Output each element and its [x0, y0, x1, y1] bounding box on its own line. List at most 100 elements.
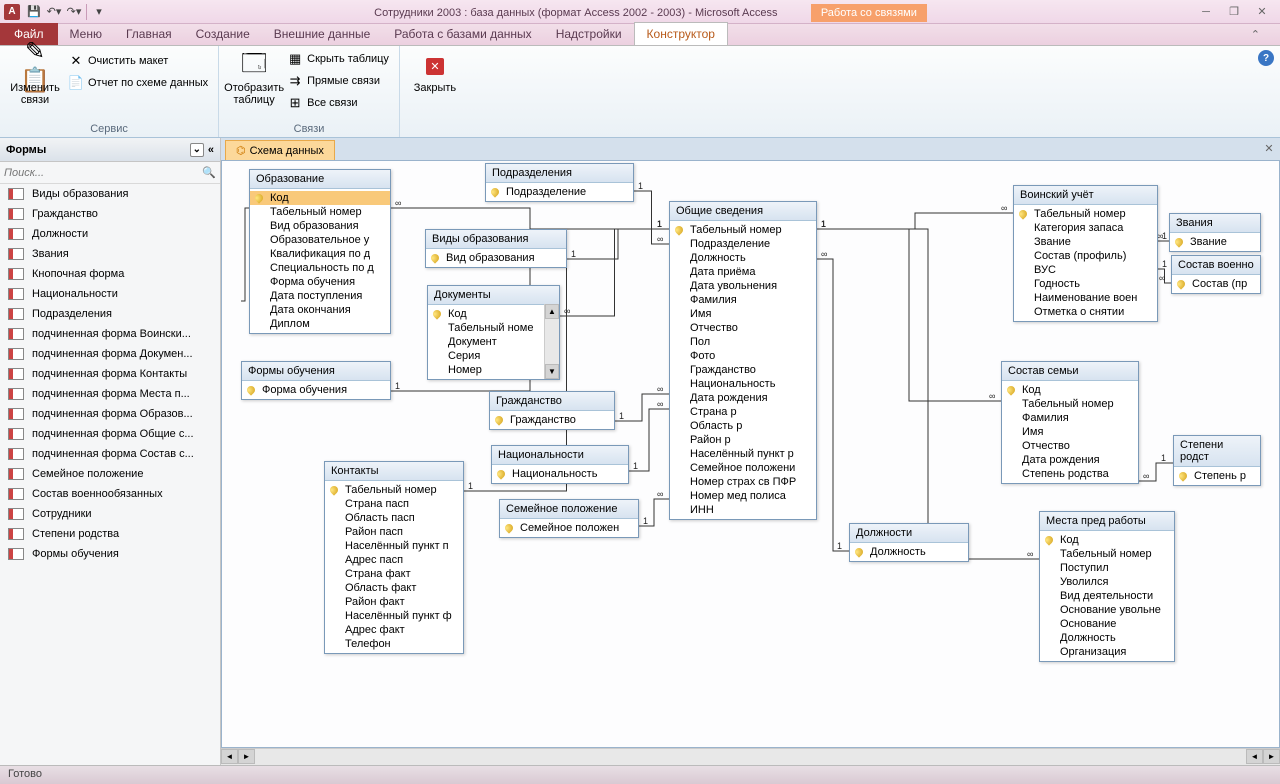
table-field[interactable]: Уволился	[1040, 575, 1174, 589]
direct-relationships-button[interactable]: ⇉Прямые связи	[283, 70, 393, 92]
scroll-left-icon[interactable]: ◄	[221, 749, 238, 764]
table-field[interactable]: Район факт	[325, 595, 463, 609]
table-field[interactable]: Населённый пункт п	[325, 539, 463, 553]
table-field[interactable]: Степень родства	[1002, 467, 1138, 481]
nav-header[interactable]: Формы ⌄ «	[0, 138, 220, 162]
table-contacts[interactable]: КонтактыТабельный номерСтрана паспОбласт…	[324, 461, 464, 654]
table-field[interactable]: Дата поступления	[250, 289, 390, 303]
search-icon[interactable]: 🔍	[202, 166, 216, 179]
table-field[interactable]: Страна факт	[325, 567, 463, 581]
doc-tab-schema[interactable]: ⌬ Схема данных	[225, 140, 335, 160]
table-field[interactable]: Область р	[670, 419, 816, 433]
relationships-canvas[interactable]: ∞11∞1∞111∞1∞111∞∞11∞1∞1∞1∞∞11∞ Образован…	[221, 160, 1280, 748]
table-field[interactable]: Состав (профиль)	[1014, 249, 1157, 263]
table-field[interactable]: Номер	[428, 363, 559, 377]
table-field[interactable]: Вид деятельности	[1040, 589, 1174, 603]
nav-item[interactable]: Формы обучения	[0, 544, 220, 564]
table-field[interactable]: Квалификация по д	[250, 247, 390, 261]
doc-close-icon[interactable]: ✕	[1262, 141, 1276, 155]
table-field[interactable]: Код	[250, 191, 390, 205]
redo-icon[interactable]: ↷▾	[64, 2, 84, 22]
table-field[interactable]: Фамилия	[1002, 411, 1138, 425]
table-field[interactable]: Вид образования	[250, 219, 390, 233]
show-table-button[interactable]: 🗔 Отобразить таблицу	[225, 48, 283, 121]
table-field[interactable]: Фото	[670, 349, 816, 363]
table-field[interactable]: Гражданство	[670, 363, 816, 377]
table-field[interactable]: Район р	[670, 433, 816, 447]
table-field[interactable]: Должность	[670, 251, 816, 265]
table-field[interactable]: Табельный номер	[1040, 547, 1174, 561]
table-field[interactable]: Подразделение	[486, 185, 633, 199]
nav-item[interactable]: подчиненная форма Контакты	[0, 364, 220, 384]
table-field[interactable]: Табельный номер	[325, 483, 463, 497]
table-field[interactable]: Дата приёма	[670, 265, 816, 279]
save-icon[interactable]: 💾	[24, 2, 44, 22]
table-field[interactable]: Форма обучения	[250, 275, 390, 289]
table-field[interactable]: Имя	[1002, 425, 1138, 439]
table-field[interactable]: Страна пасп	[325, 497, 463, 511]
table-field[interactable]: Документ	[428, 335, 559, 349]
table-field[interactable]: Годность	[1014, 277, 1157, 291]
table-field[interactable]: Область пасп	[325, 511, 463, 525]
table-field[interactable]: Степень р	[1174, 469, 1260, 483]
scroll-right2-icon[interactable]: ►	[1263, 749, 1280, 764]
table-field[interactable]: Вид образования	[426, 251, 566, 265]
hide-table-button[interactable]: ▦Скрыть таблицу	[283, 48, 393, 70]
table-field[interactable]: Национальность	[492, 467, 628, 481]
nav-item[interactable]: Степени родства	[0, 524, 220, 544]
tab-design[interactable]: Конструктор	[634, 22, 728, 45]
table-field[interactable]: Табельный номер	[1002, 397, 1138, 411]
table-field[interactable]: Серия	[428, 349, 559, 363]
table-field[interactable]: Отчество	[1002, 439, 1138, 453]
table-field[interactable]: Табельный номер	[250, 205, 390, 219]
table-field[interactable]: Адрес факт	[325, 623, 463, 637]
table-citizenship[interactable]: ГражданствоГражданство	[489, 391, 615, 430]
nav-item[interactable]: Звания	[0, 244, 220, 264]
table-prev_jobs[interactable]: Места пред работыКодТабельный номерПосту…	[1039, 511, 1175, 662]
table-field[interactable]: Специальность по д	[250, 261, 390, 275]
minimize-button[interactable]: ─	[1192, 3, 1220, 21]
tab-external[interactable]: Внешние данные	[262, 23, 383, 45]
table-field[interactable]: Семейное положен	[500, 521, 638, 535]
tab-dbtools[interactable]: Работа с базами данных	[382, 23, 543, 45]
tab-create[interactable]: Создание	[184, 23, 262, 45]
table-field[interactable]: ВУС	[1014, 263, 1157, 277]
nav-collapse-icon[interactable]: «	[208, 144, 214, 156]
table-field[interactable]: Диплом	[250, 317, 390, 331]
table-field[interactable]: Состав (пр	[1172, 277, 1260, 291]
table-field[interactable]: Организация	[1040, 645, 1174, 659]
table-field[interactable]: Номер страх св ПФР	[670, 475, 816, 489]
table-positions[interactable]: ДолжностиДолжность	[849, 523, 969, 562]
table-field[interactable]: Форма обучения	[242, 383, 390, 397]
table-study_forms[interactable]: Формы обученияФорма обучения	[241, 361, 391, 400]
table-kinship[interactable]: Степени родстСтепень р	[1173, 435, 1261, 486]
nav-item[interactable]: Подразделения	[0, 304, 220, 324]
nav-item[interactable]: подчиненная форма Воински...	[0, 324, 220, 344]
relationship-report-button[interactable]: 📄Отчет по схеме данных	[64, 72, 212, 94]
table-field[interactable]: Табельный номер	[1014, 207, 1157, 221]
table-field[interactable]: Табельный номер	[670, 223, 816, 237]
table-field[interactable]: Дата рождения	[670, 391, 816, 405]
table-field[interactable]: Страна р	[670, 405, 816, 419]
table-marital[interactable]: Семейное положениеСемейное положен	[499, 499, 639, 538]
table-field[interactable]: Отчество	[670, 321, 816, 335]
table-field[interactable]: Наименование воен	[1014, 291, 1157, 305]
table-education[interactable]: ОбразованиеКодТабельный номерВид образов…	[249, 169, 391, 334]
nav-item[interactable]: Кнопочная форма	[0, 264, 220, 284]
table-field[interactable]: Семейное положени	[670, 461, 816, 475]
table-field[interactable]: Населённый пункт р	[670, 447, 816, 461]
all-relationships-button[interactable]: ⊞Все связи	[283, 92, 393, 114]
clear-layout-button[interactable]: ✕Очистить макет	[64, 50, 212, 72]
search-input[interactable]	[4, 167, 202, 179]
table-general[interactable]: Общие сведенияТабельный номерПодразделен…	[669, 201, 817, 520]
table-field[interactable]: ИНН	[670, 503, 816, 517]
table-field[interactable]: Область факт	[325, 581, 463, 595]
scroll-right-icon[interactable]: ►	[238, 749, 255, 764]
table-field[interactable]: Гражданство	[490, 413, 614, 427]
nav-item[interactable]: подчиненная форма Образов...	[0, 404, 220, 424]
nav-item[interactable]: подчиненная форма Докумен...	[0, 344, 220, 364]
table-field[interactable]: Должность	[850, 545, 968, 559]
ribbon-collapse-icon[interactable]: ⌃	[1231, 24, 1280, 45]
close-relationships-button[interactable]: ✕ Закрыть	[406, 48, 464, 121]
table-field[interactable]: Телефон	[325, 637, 463, 651]
